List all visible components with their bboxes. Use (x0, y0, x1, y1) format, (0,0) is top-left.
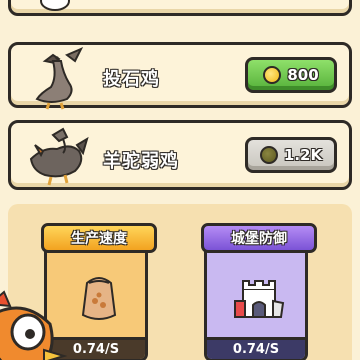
chicken-icon (40, 0, 70, 11)
castle-icon (234, 280, 285, 318)
rate-label: 0.74/S (207, 337, 305, 359)
chicken-mascot-icon (0, 290, 68, 360)
buy-stone-chicken-button[interactable]: 800 (245, 57, 337, 93)
upgrade-title: 生产速度 (41, 223, 157, 253)
shop-item-card-partial[interactable] (8, 0, 352, 16)
gold-coin-icon (263, 66, 282, 84)
alpaca-chicken-icon (29, 127, 89, 186)
shop-item-card-stone-chicken[interactable]: 投石鸡 800 (8, 42, 352, 110)
item-name: 投石鸡 (103, 69, 160, 91)
buy-alpaca-chicken-button[interactable]: 1.2K (245, 137, 337, 173)
stone-chicken-icon (35, 47, 84, 110)
item-name: 羊驼弱鸡 (103, 151, 179, 173)
upgrade-card-castle-defense[interactable]: 城堡防御 0.74/S (201, 223, 317, 360)
price-label: 1.2K (283, 146, 323, 164)
upgrade-title: 城堡防御 (201, 223, 317, 253)
dark-coin-icon (259, 146, 278, 164)
price-label: 800 (287, 66, 319, 84)
shop-item-card-alpaca-chicken[interactable]: 羊驼弱鸡 1.2K (8, 120, 352, 190)
